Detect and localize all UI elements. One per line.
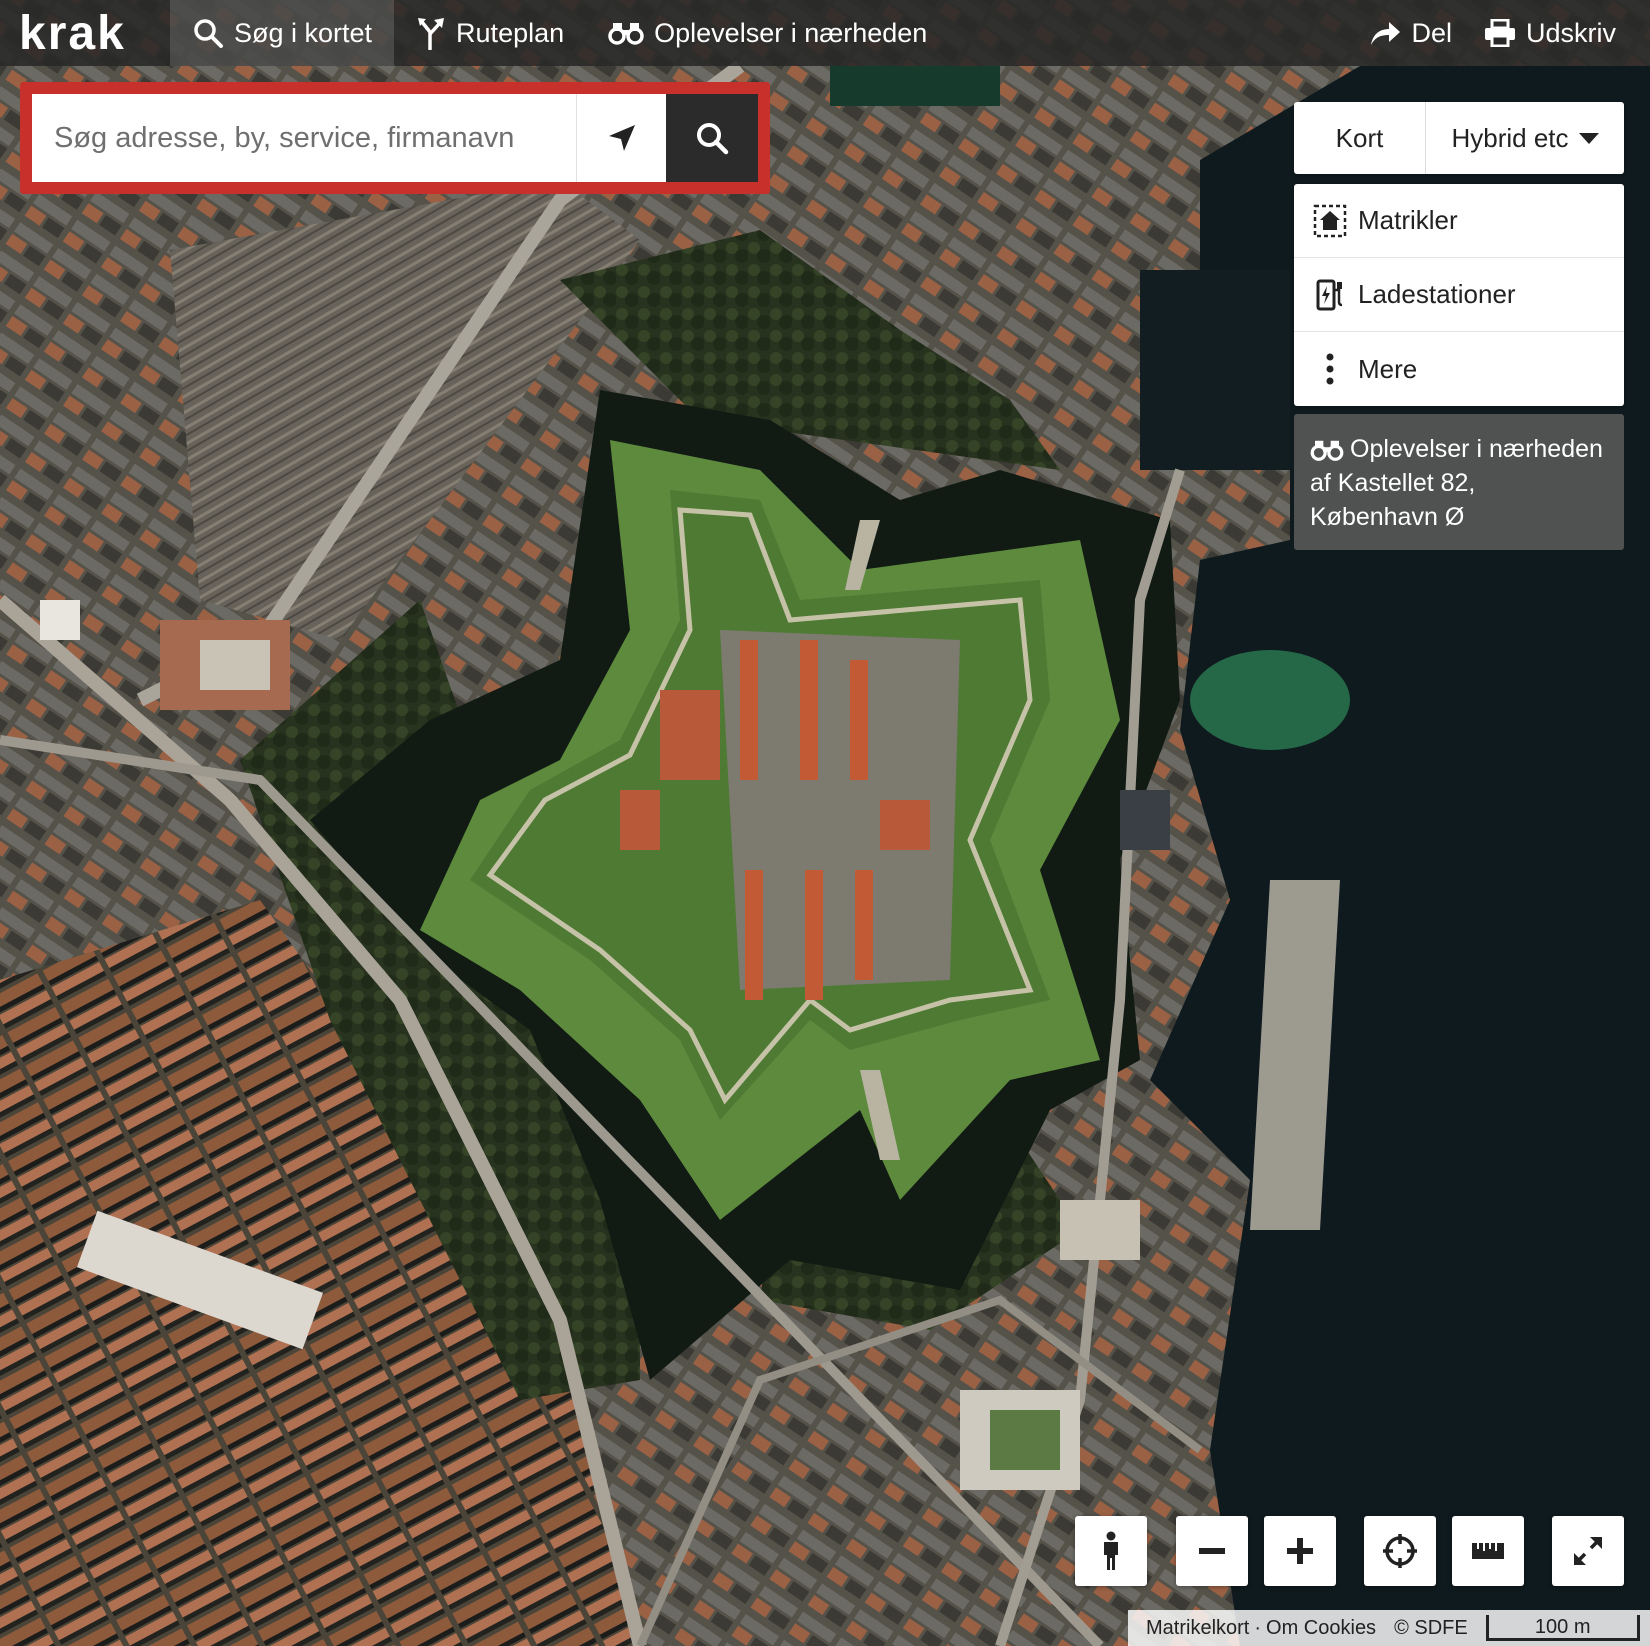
cookies-link[interactable]: Om Cookies	[1266, 1617, 1376, 1640]
print-label: Udskriv	[1525, 17, 1616, 48]
overlay-item-mere[interactable]: Mere	[1294, 332, 1624, 406]
binoculars-icon	[1310, 440, 1344, 461]
copyright-text: © SDFE	[1394, 1616, 1468, 1639]
nearby-line-1: Oplevelser i nærheden	[1310, 432, 1608, 466]
search-submit-button[interactable]	[666, 94, 758, 182]
search-input[interactable]	[32, 94, 576, 182]
map-type-switch: Kort Hybrid etc	[1294, 102, 1624, 174]
layer-selected-label: Hybrid etc	[1451, 122, 1569, 153]
attribution-separator: ·	[1254, 1616, 1262, 1639]
zoom-in-button[interactable]	[1264, 1516, 1336, 1586]
share-button[interactable]: Del	[1353, 0, 1468, 66]
street-view-button[interactable]	[1075, 1516, 1147, 1586]
nav-route-planner[interactable]: Ruteplan	[394, 0, 586, 66]
crosshair-icon	[1383, 1534, 1417, 1568]
measure-button[interactable]	[1452, 1516, 1524, 1586]
top-bar: krak Søg i kortet Ruteplan Oplevelser i …	[0, 0, 1650, 66]
krak-logo[interactable]: krak	[0, 0, 170, 66]
layer-kort-button[interactable]: Kort	[1294, 102, 1426, 174]
layer-kort-label: Kort	[1335, 122, 1384, 153]
overlay-item-mere-label: Mere	[1358, 353, 1418, 384]
search-icon	[194, 19, 223, 48]
binoculars-icon	[608, 23, 644, 45]
scale-bar: 100 m	[1485, 1615, 1640, 1641]
scale-label: 100 m	[1534, 1615, 1591, 1638]
print-button[interactable]: Udskriv	[1468, 0, 1632, 66]
overlay-menu: Matrikler Ladestationer Mere	[1294, 184, 1624, 406]
map-attribution: Matrikelkort · Om Cookies © SDFE 100 m	[1128, 1610, 1650, 1646]
chevron-down-icon	[1578, 132, 1599, 144]
share-arrow-icon	[1371, 22, 1401, 45]
overlay-item-ladestationer-label: Ladestationer	[1358, 279, 1516, 309]
cadastre-icon	[1310, 204, 1350, 238]
nav-search-map[interactable]: Søg i kortet	[170, 0, 395, 66]
charging-station-icon	[1310, 278, 1350, 312]
nearby-title: Oplevelser i nærheden	[1350, 435, 1603, 463]
location-arrow-icon	[608, 125, 635, 151]
nav-search-map-label: Søg i kortet	[234, 17, 373, 48]
topbar-actions: Del Udskriv	[1353, 0, 1650, 66]
more-vertical-icon	[1310, 352, 1350, 386]
nearby-address-line: af Kastellet 82,	[1310, 469, 1476, 497]
nav-nearby-experiences[interactable]: Oplevelser i nærheden	[586, 0, 949, 66]
overlay-item-matrikler[interactable]: Matrikler	[1294, 184, 1624, 258]
logo-text: krak	[19, 11, 126, 55]
zoom-out-button[interactable]	[1176, 1516, 1248, 1586]
ruler-icon	[1472, 1543, 1504, 1559]
printer-icon	[1484, 19, 1515, 47]
krak-logo-mark: krak	[19, 11, 126, 55]
search-box	[20, 82, 770, 194]
expand-icon	[1574, 1537, 1602, 1565]
share-label: Del	[1411, 17, 1452, 48]
search-inner	[32, 94, 758, 182]
overlay-item-ladestationer[interactable]: Ladestationer	[1294, 258, 1624, 332]
minus-icon	[1199, 1548, 1225, 1554]
overlay-item-matrikler-label: Matrikler	[1358, 205, 1458, 235]
nav-route-planner-label: Ruteplan	[456, 17, 565, 48]
route-icon	[418, 18, 445, 50]
nearby-city-line: København Ø	[1310, 503, 1465, 531]
my-location-button[interactable]	[1364, 1516, 1436, 1586]
layer-dropdown[interactable]: Hybrid etc	[1426, 102, 1624, 174]
locate-me-button[interactable]	[576, 94, 666, 182]
plus-icon	[1287, 1538, 1313, 1564]
search-icon	[697, 123, 729, 155]
nav-nearby-experiences-label: Oplevelser i nærheden	[654, 17, 928, 48]
fullscreen-button[interactable]	[1552, 1516, 1624, 1586]
person-icon	[1104, 1531, 1118, 1570]
nearby-experiences-card[interactable]: Oplevelser i nærheden af Kastellet 82, K…	[1294, 414, 1624, 550]
matrikelkort-link[interactable]: Matrikelkort	[1146, 1617, 1249, 1640]
